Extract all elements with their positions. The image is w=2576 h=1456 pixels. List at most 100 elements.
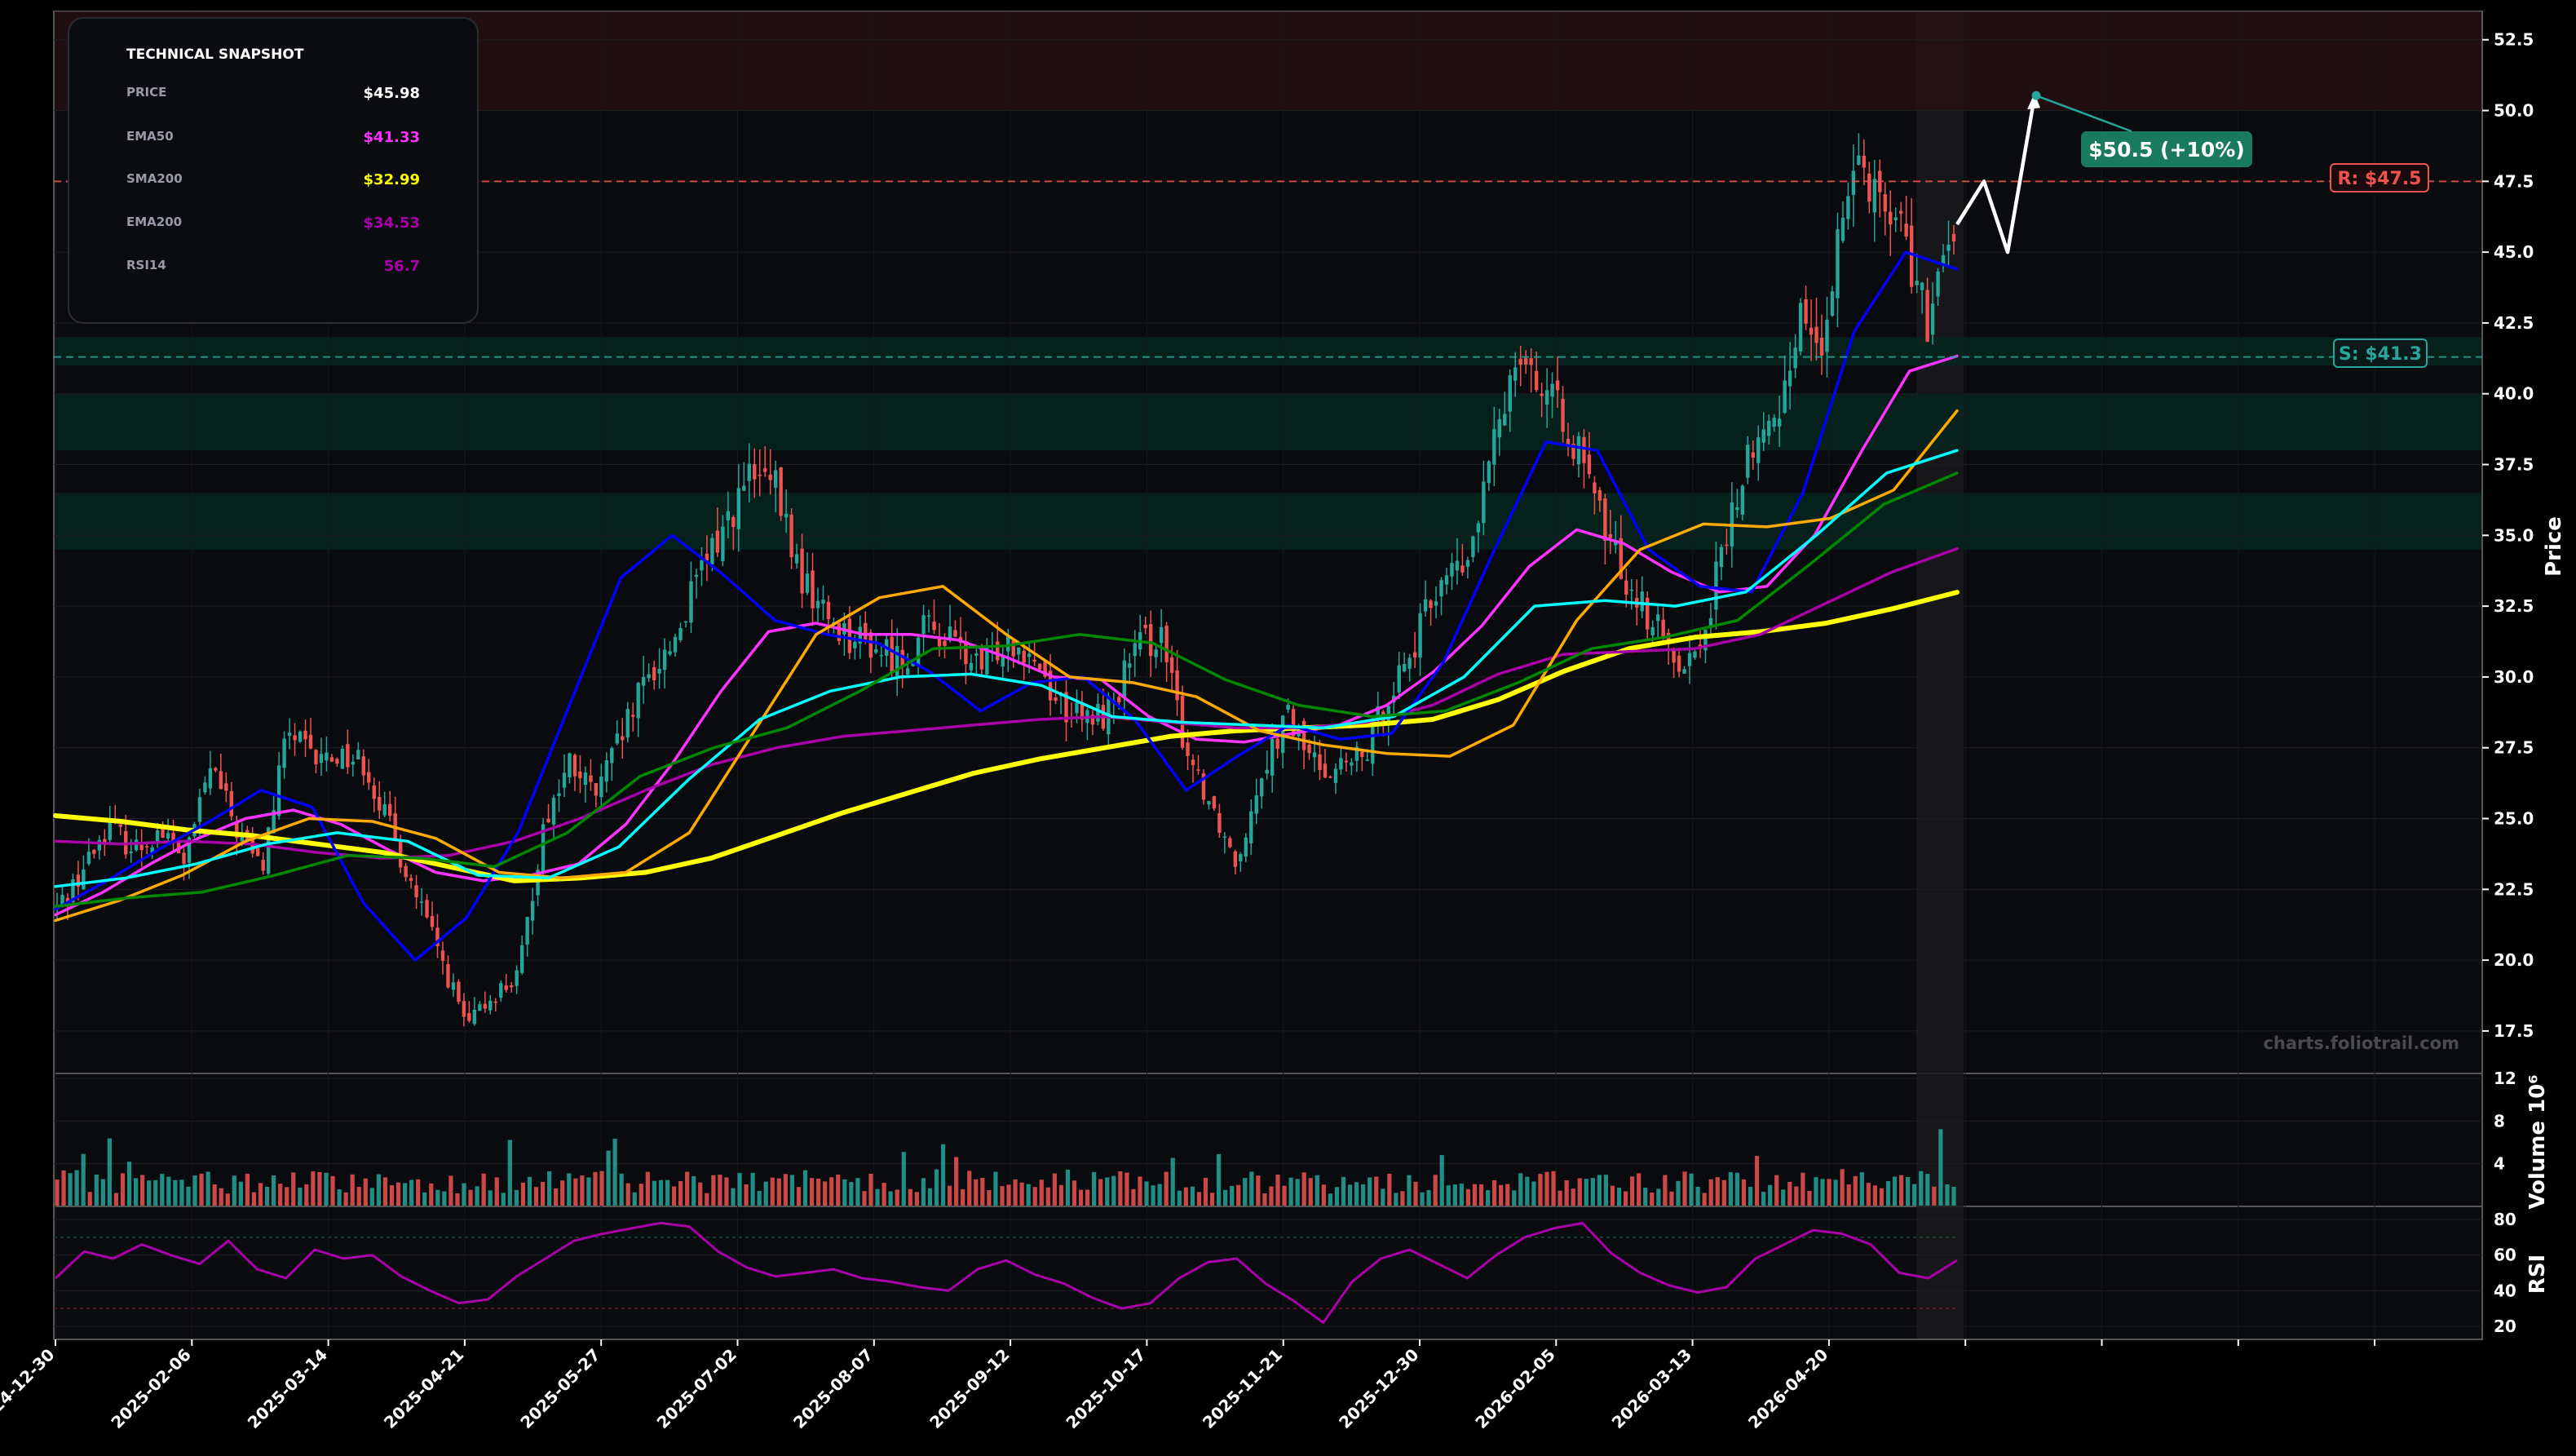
candle-body — [378, 797, 382, 811]
volume-bar — [1478, 1184, 1484, 1206]
candle-body — [356, 750, 360, 759]
candle-body — [890, 636, 894, 672]
volume-bar — [468, 1189, 473, 1206]
candle-body — [615, 733, 619, 744]
candle-body — [1793, 347, 1797, 369]
volume-bar — [1381, 1188, 1385, 1206]
volume-bar — [632, 1192, 637, 1206]
snapshot-value-ema50: $41.33 — [364, 129, 420, 146]
candle-body — [1809, 327, 1814, 335]
candle-body — [916, 637, 921, 666]
candle-body — [1270, 739, 1275, 776]
volume-bar — [1551, 1171, 1556, 1206]
candle-body — [1936, 271, 1940, 297]
volume-bar — [855, 1178, 860, 1206]
volume-bar — [402, 1183, 408, 1206]
candle-body — [1407, 657, 1412, 669]
candle-body — [86, 852, 91, 865]
price-tick-label: 35.0 — [2494, 525, 2534, 545]
volume-bar — [1748, 1186, 1753, 1206]
volume-bar — [1754, 1156, 1760, 1206]
volume-bar — [1439, 1155, 1444, 1206]
price-tick-label: 32.5 — [2494, 596, 2534, 616]
volume-bar — [1564, 1179, 1569, 1206]
volume-bar — [317, 1171, 322, 1206]
candle-body — [287, 732, 292, 737]
volume-bar — [409, 1179, 414, 1206]
volume-bar — [304, 1184, 309, 1206]
candle-body — [599, 776, 603, 798]
candle-body — [472, 1009, 477, 1025]
candle-body — [118, 824, 122, 827]
volume-bar — [126, 1162, 132, 1206]
candle-body — [1857, 155, 1861, 165]
candle-body — [1767, 420, 1771, 436]
candle-body — [97, 839, 102, 851]
price-tick-label: 25.0 — [2494, 809, 2534, 829]
candle-body — [805, 573, 810, 593]
candle-body — [1830, 291, 1835, 316]
volume-bar — [448, 1175, 453, 1206]
volume-bar — [652, 1180, 657, 1206]
candle-body — [1471, 536, 1475, 558]
candle-body — [974, 653, 979, 656]
candle-body — [1027, 653, 1032, 657]
volume-bar — [954, 1157, 959, 1206]
volume-bar — [1721, 1179, 1726, 1206]
candle-body — [1286, 704, 1290, 710]
candle-body — [1851, 170, 1856, 195]
candle-body — [811, 570, 815, 609]
volume-bar — [1853, 1175, 1858, 1206]
candle-body — [689, 581, 693, 623]
volume-bar — [1801, 1172, 1805, 1206]
volume-bar — [540, 1181, 546, 1206]
candle-body — [996, 641, 1000, 661]
volume-bar — [1282, 1185, 1287, 1206]
volume-bar — [868, 1173, 873, 1206]
volume-bar — [599, 1171, 604, 1206]
candle-body — [1561, 398, 1565, 432]
candle-body — [430, 916, 435, 927]
candle-body — [657, 668, 661, 674]
candle-body — [361, 756, 365, 776]
volume-bar — [1669, 1191, 1674, 1206]
candle-body — [1555, 380, 1560, 391]
volume-bar — [554, 1188, 559, 1206]
candle-body — [1032, 659, 1036, 662]
candle-body — [1746, 445, 1750, 478]
volume-bar — [586, 1177, 591, 1206]
zone-support-2 — [55, 393, 2481, 451]
volume-bar — [1151, 1185, 1155, 1206]
volume-bar — [678, 1181, 683, 1206]
volume-bar — [1262, 1193, 1267, 1206]
candle-body — [1693, 651, 1697, 658]
volume-bar — [1275, 1174, 1280, 1206]
candle-body — [636, 683, 640, 719]
candle-body — [1164, 626, 1169, 662]
candle-body — [826, 601, 831, 620]
candle-body — [604, 759, 609, 782]
volume-bar — [1814, 1177, 1818, 1206]
volume-bar — [974, 1179, 979, 1206]
candle-body — [694, 574, 699, 578]
candle-body — [1687, 653, 1692, 666]
candle-body — [1175, 670, 1179, 701]
price-axis-title: Price — [2542, 516, 2566, 577]
candle-body — [874, 649, 878, 653]
volume-bar — [671, 1186, 677, 1206]
candle-body — [652, 666, 656, 681]
volume-bar — [1833, 1179, 1838, 1206]
volume-bar — [783, 1174, 788, 1206]
volume-bar — [1571, 1188, 1575, 1206]
candle-body — [1312, 752, 1317, 758]
volume-bar — [160, 1174, 165, 1206]
volume-bar — [1288, 1177, 1293, 1206]
volume-bar — [475, 1186, 479, 1206]
volume-bar — [1177, 1190, 1182, 1206]
candle-body — [1006, 635, 1010, 652]
candle-body — [1191, 759, 1195, 766]
candle-body — [1350, 762, 1354, 766]
volume-bar — [1111, 1175, 1116, 1206]
volume-bar — [1459, 1184, 1464, 1206]
volume-bar — [271, 1175, 276, 1206]
